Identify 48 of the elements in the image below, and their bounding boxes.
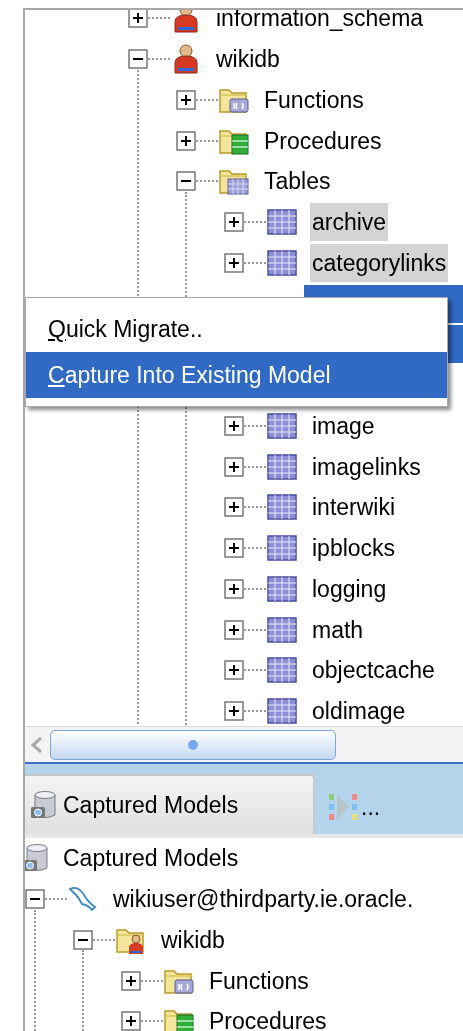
tree-node-label[interactable]: ipblocks <box>310 529 398 568</box>
tree-node-label[interactable]: information_schema <box>214 10 426 38</box>
tree-node-label[interactable]: oldimage <box>310 692 408 726</box>
expand-icon[interactable] <box>224 660 244 681</box>
table-icon <box>266 695 298 726</box>
splitter-bar[interactable] <box>25 762 463 774</box>
tree-node-label[interactable]: logging <box>310 569 389 608</box>
tree-node-label[interactable]: Captured Models <box>63 841 239 876</box>
expand-icon[interactable] <box>224 212 244 233</box>
expand-icon[interactable] <box>224 538 244 559</box>
expand-icon[interactable] <box>121 970 141 991</box>
tree-node-label[interactable]: wikiuser@thirdparty.ie.oracle. <box>111 880 416 919</box>
tree-node-label[interactable]: math <box>310 610 366 649</box>
tree-node-label[interactable]: interwiki <box>310 488 398 527</box>
expand-icon[interactable] <box>121 1011 141 1031</box>
collapse-icon[interactable] <box>25 889 45 910</box>
panel-tab[interactable]: Captured Models <box>25 774 315 834</box>
tree-node-label[interactable]: Procedures <box>207 1002 329 1031</box>
expand-icon[interactable] <box>224 619 244 640</box>
expand-icon[interactable] <box>224 701 244 722</box>
step-arrow-icon <box>327 791 359 823</box>
tree-node-label[interactable]: Procedures <box>262 121 384 160</box>
expand-icon[interactable] <box>176 130 196 151</box>
expand-icon[interactable] <box>128 10 148 29</box>
collapse-icon[interactable] <box>73 929 93 950</box>
collapse-icon[interactable] <box>128 49 148 70</box>
tree-node-label[interactable]: Functions <box>207 961 311 1000</box>
expand-icon[interactable] <box>224 415 244 436</box>
expand-icon[interactable] <box>224 578 244 599</box>
menu-item[interactable]: Quick Migrate.. <box>26 306 447 352</box>
menu-item[interactable]: Capture Into Existing Model <box>26 352 447 398</box>
horizontal-scrollbar[interactable] <box>25 726 463 762</box>
scrollbar-thumb[interactable] <box>50 729 336 760</box>
tree-node-label[interactable]: objectcache <box>310 651 437 690</box>
expand-icon[interactable] <box>224 456 244 477</box>
panel-tab[interactable]: ... <box>315 774 385 834</box>
tree-node-label[interactable]: imagelinks <box>310 447 423 486</box>
collapse-icon[interactable] <box>176 171 196 192</box>
tree-node-label[interactable]: Tables <box>262 162 333 201</box>
expand-icon[interactable] <box>224 252 244 273</box>
tree-node-label[interactable]: wikidb <box>214 40 282 79</box>
tree-node-label[interactable]: archive <box>310 203 389 242</box>
tree-node-label[interactable]: categorylinks <box>310 243 449 282</box>
tree-node-label[interactable]: wikidb <box>159 920 227 959</box>
expand-icon[interactable] <box>176 89 196 110</box>
tree-node-label[interactable]: Functions <box>262 80 366 119</box>
tree-node-label[interactable]: image <box>310 406 377 445</box>
expand-icon[interactable] <box>224 497 244 518</box>
